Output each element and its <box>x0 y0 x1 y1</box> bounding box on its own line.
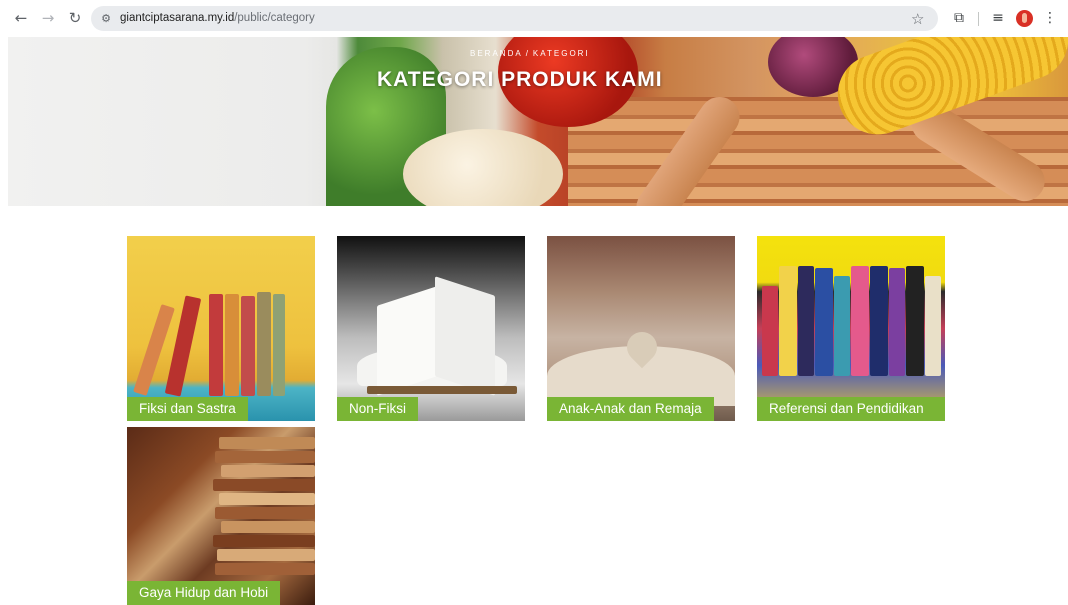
book-spine <box>762 286 778 376</box>
book-spine <box>241 296 255 396</box>
breadcrumb-separator: / <box>525 49 530 58</box>
book-spine <box>798 266 814 376</box>
book-stack <box>215 563 315 575</box>
kebab-menu-icon[interactable]: ⋮ <box>1040 8 1060 28</box>
reload-icon[interactable]: ↻ <box>65 8 85 28</box>
avatar[interactable] <box>1016 10 1033 27</box>
category-image <box>127 236 315 421</box>
category-card-non-fiksi[interactable]: Non-Fiksi <box>337 236 525 421</box>
category-card-fiksi-dan-sastra[interactable]: Fiksi dan Sastra <box>127 236 315 421</box>
url-host: giantciptasarana.my.id <box>120 12 235 24</box>
book-stack <box>217 549 315 561</box>
breadcrumb: BERANDA / KATEGORI <box>470 49 590 58</box>
category-label[interactable]: Gaya Hidup dan Hobi <box>127 581 281 605</box>
category-label[interactable]: Anak-Anak dan Remaja <box>547 397 714 421</box>
category-label[interactable]: Non-Fiksi <box>337 397 419 421</box>
media-queue-icon[interactable]: ≡ <box>988 8 1008 28</box>
book-spine <box>273 294 285 396</box>
book-spine <box>851 266 869 376</box>
address-bar[interactable]: ⚙ giantciptasarana.my.id/public/category… <box>91 6 938 31</box>
book-spine <box>209 294 223 396</box>
page-title: KATEGORI PRODUK KAMI <box>377 68 663 91</box>
browser-toolbar: ← → ↻ ⚙ giantciptasarana.my.id/public/ca… <box>0 0 1068 37</box>
book-spine <box>815 268 833 376</box>
book-spine <box>779 266 797 376</box>
toolbar-divider <box>978 12 979 26</box>
category-image <box>547 236 735 421</box>
category-label[interactable]: Fiksi dan Sastra <box>127 397 248 421</box>
category-image <box>337 236 525 421</box>
url-path: /public/category <box>234 12 315 24</box>
book-spine <box>870 266 888 376</box>
book-stack <box>221 465 315 477</box>
category-card-anak-anak-dan-remaja[interactable]: Anak-Anak dan Remaja <box>547 236 735 421</box>
star-icon[interactable]: ☆ <box>911 10 924 28</box>
book-spine <box>225 294 239 396</box>
book-spine <box>257 292 271 396</box>
hero-image-cauliflower <box>403 129 563 206</box>
category-image <box>757 236 945 421</box>
book-spine <box>906 266 924 376</box>
book-spine <box>925 276 941 376</box>
tune-icon[interactable]: ⚙ <box>99 11 113 25</box>
breadcrumb-current: KATEGORI <box>532 49 590 58</box>
book-stack <box>213 479 315 491</box>
category-card-gaya-hidup-dan-hobi[interactable]: Gaya Hidup dan Hobi <box>127 427 315 605</box>
hero-banner: BERANDA / KATEGORI KATEGORI PRODUK KAMI <box>8 37 1068 206</box>
breadcrumb-home[interactable]: BERANDA <box>470 49 523 58</box>
book-stack <box>219 493 315 505</box>
category-image <box>127 427 315 605</box>
book-spine <box>889 268 905 376</box>
puzzle-icon[interactable]: ⧉ <box>949 8 969 28</box>
category-label[interactable]: Referensi dan Pendidikan <box>757 397 945 421</box>
url-text[interactable]: giantciptasarana.my.id/public/category <box>120 12 315 24</box>
arrow-right-icon[interactable]: → <box>38 8 58 28</box>
book-stack <box>219 437 315 449</box>
book-stack <box>215 507 315 519</box>
book-cover <box>367 386 517 394</box>
open-book-page <box>435 276 495 396</box>
category-card-referensi-dan-pendidikan[interactable]: Referensi dan Pendidikan <box>757 236 945 421</box>
book-stack <box>215 451 315 463</box>
book-stack <box>221 521 315 533</box>
book-stack <box>213 535 315 547</box>
arrow-left-icon[interactable]: ← <box>11 8 31 28</box>
book-spine <box>834 276 850 376</box>
